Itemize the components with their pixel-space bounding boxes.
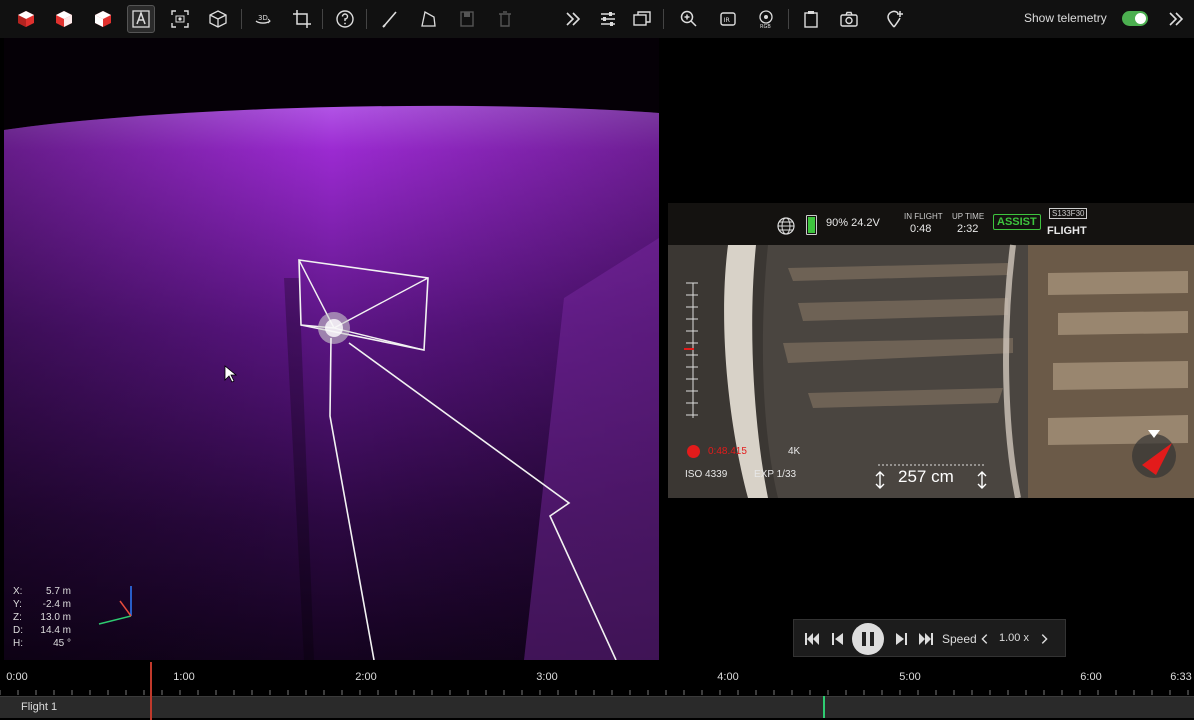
clipboard-icon[interactable] <box>797 5 825 33</box>
pointcloud-render <box>4 38 659 660</box>
polygon-icon[interactable] <box>414 5 442 33</box>
camera-frame-icon[interactable] <box>166 5 194 33</box>
cube-red-icon[interactable] <box>12 5 40 33</box>
coord-key: Y: <box>13 599 22 610</box>
skip-to-end-icon[interactable] <box>916 629 936 649</box>
toolbar-divider <box>322 9 323 29</box>
timeline-tick-label: 1:00 <box>173 671 195 683</box>
timeline-ticks <box>0 690 1189 695</box>
coord-value: 14.4 m <box>40 625 71 636</box>
text-annotation-icon[interactable] <box>127 5 155 33</box>
assist-badge: ASSIST <box>993 214 1041 230</box>
playback-controls: Speed 1.00 x <box>793 619 1066 657</box>
3d-rotate-icon[interactable]: 3D <box>249 5 277 33</box>
record-time: 0:48.415 <box>708 446 747 457</box>
timeline-tick-label: 2:00 <box>355 671 377 683</box>
timeline-tick-label: 5:00 <box>899 671 921 683</box>
sliders-icon[interactable] <box>594 5 622 33</box>
add-poi-icon[interactable] <box>880 5 908 33</box>
mode-code: S133F30 <box>1049 208 1088 219</box>
coord-row: H: 45 ° <box>13 637 71 650</box>
help-icon[interactable] <box>331 5 359 33</box>
coord-key: X: <box>13 586 23 597</box>
toolbar-divider <box>366 9 367 29</box>
pause-button[interactable] <box>852 623 884 655</box>
coord-row: Z: 13.0 m <box>13 611 71 624</box>
coord-key: Z: <box>13 612 22 623</box>
cube-red-outline-icon[interactable] <box>89 5 117 33</box>
svg-text:RGB: RGB <box>760 24 771 29</box>
speed-decrease-icon[interactable] <box>978 629 992 649</box>
timeline-tick-label: 3:00 <box>536 671 558 683</box>
drone-video-feed[interactable]: 90% 24.2V IN FLIGHT 0:48 UP TIME 2:32 AS… <box>668 203 1194 498</box>
show-telemetry-toggle[interactable] <box>1122 11 1148 26</box>
speed-increase-icon[interactable] <box>1037 629 1051 649</box>
track-end-marker <box>823 696 825 718</box>
coord-value: 5.7 m <box>45 586 71 597</box>
coord-value: 45 ° <box>53 638 71 649</box>
distance-readout: 257 cm <box>898 467 954 486</box>
playhead[interactable] <box>150 662 152 720</box>
flight-track-label: Flight 1 <box>21 701 58 713</box>
svg-text:IR: IR <box>724 16 731 24</box>
coord-key: D: <box>13 625 23 636</box>
zoom-in-icon[interactable] <box>675 5 703 33</box>
crop-icon[interactable] <box>288 5 316 33</box>
timeline-tick-label: 6:00 <box>1080 671 1102 683</box>
up-time-label: UP TIME <box>952 212 985 221</box>
show-telemetry-label: Show telemetry <box>1024 11 1107 25</box>
flight-mode-label: FLIGHT <box>1047 225 1087 237</box>
svg-text:3D: 3D <box>258 14 268 22</box>
flight-track-bar[interactable]: Flight 1 <box>0 696 1194 718</box>
coord-row: X: 5.7 m <box>13 585 71 598</box>
timeline-tick-label: 4:00 <box>717 671 739 683</box>
camera-icon[interactable] <box>835 5 863 33</box>
coord-value: 13.0 m <box>40 612 71 623</box>
coord-value: -2.4 m <box>42 599 71 610</box>
pointcloud-viewport[interactable]: X: 5.7 m Y: -2.4 m Z: 13.0 m D: 14.4 m H: 45 … <box>4 38 659 660</box>
exposure-label: EXP 1/33 <box>754 469 797 480</box>
in-flight-label: IN FLIGHT <box>904 212 943 221</box>
app-window: 3D IR RGB Show telemetry X: 5.7 m Y: -2.… <box>0 0 1194 720</box>
ir-camera-icon[interactable]: IR <box>714 5 742 33</box>
battery-icon <box>806 215 817 235</box>
ruler-icon[interactable] <box>376 5 404 33</box>
coord-row: D: 14.4 m <box>13 624 71 637</box>
cube-red-half-icon[interactable] <box>50 5 78 33</box>
windows-icon[interactable] <box>628 5 656 33</box>
save-icon[interactable] <box>453 5 481 33</box>
double-chevron-right-icon[interactable] <box>1162 5 1190 33</box>
toggle-knob <box>1135 13 1146 24</box>
step-back-icon[interactable] <box>827 629 847 649</box>
coordinate-readout: X: 5.7 m Y: -2.4 m Z: 13.0 m D: 14.4 m H: 45 … <box>13 585 71 650</box>
pause-icon <box>862 632 874 646</box>
speed-label: Speed <box>942 632 977 646</box>
trash-icon[interactable] <box>491 5 519 33</box>
rgb-icon[interactable]: RGB <box>752 5 780 33</box>
in-flight-time: 0:48 <box>910 223 932 235</box>
iso-label: ISO 4339 <box>685 469 728 480</box>
timeline-tick-label: 6:33 <box>1170 671 1192 683</box>
cube-wireframe-icon[interactable] <box>204 5 232 33</box>
up-time-value: 2:32 <box>957 223 979 235</box>
globe-icon <box>777 217 795 238</box>
speed-value: 1.00 x <box>999 632 1029 644</box>
timeline[interactable]: 0:00 1:00 2:00 3:00 4:00 5:00 6:00 6:33 … <box>0 662 1194 720</box>
coord-row: Y: -2.4 m <box>13 598 71 611</box>
record-indicator-icon <box>687 445 700 458</box>
toolbar-divider <box>241 9 242 29</box>
camera-panel: 90% 24.2V IN FLIGHT 0:48 UP TIME 2:32 AS… <box>668 38 1194 660</box>
double-chevron-right-icon[interactable] <box>559 5 587 33</box>
battery-text: 90% 24.2V <box>826 217 880 229</box>
skip-to-start-icon[interactable] <box>802 629 822 649</box>
timeline-tick-label: 0:00 <box>6 671 28 683</box>
toolbar-divider <box>788 9 789 29</box>
resolution-label: 4K <box>788 446 801 457</box>
step-forward-icon[interactable] <box>892 629 912 649</box>
battery-fill <box>808 216 815 233</box>
toolbar: 3D IR RGB Show telemetry <box>0 0 1194 38</box>
toolbar-divider <box>663 9 664 29</box>
coord-key: H: <box>13 638 23 649</box>
